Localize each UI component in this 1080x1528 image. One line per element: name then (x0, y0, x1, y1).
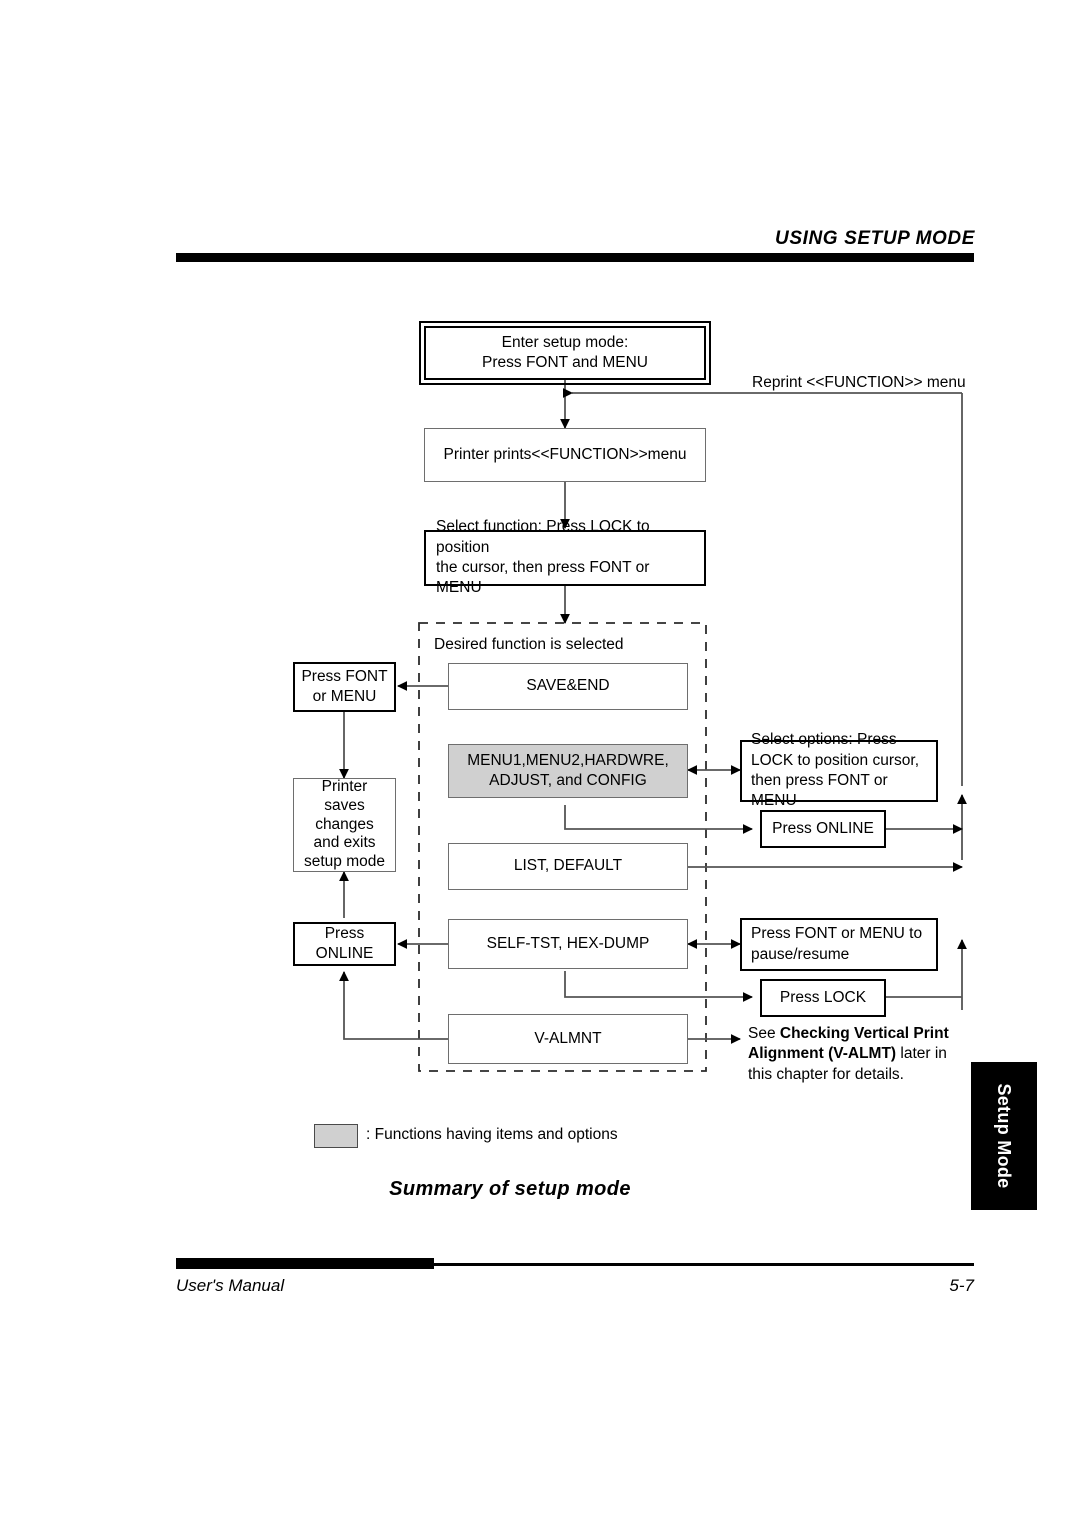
node-printer-saves-line4: and exits (313, 834, 376, 852)
edge-label-reprint-function-menu: Reprint <<FUNCTION>> menu (752, 374, 966, 391)
footer-rule-thin (434, 1263, 974, 1266)
footer-page-number: 5-7 (949, 1276, 974, 1295)
node-select-options-line3: then press FONT or MENU (751, 772, 888, 810)
node-printer-saves-line2: saves (324, 796, 365, 814)
figure-caption: Summary of setup mode (389, 1178, 631, 1200)
node-list-default: LIST, DEFAULT (448, 843, 688, 890)
node-menus-line2: ADJUST, and CONFIG (489, 772, 647, 789)
node-pause-resume-line2: pause/resume (751, 945, 850, 963)
annotation-mid: later in (896, 1045, 947, 1063)
node-pause-resume-line1: Press FONT or MENU to (751, 925, 923, 943)
node-select-options-line2: LOCK to position cursor, (751, 751, 919, 769)
node-enter-line1: Enter setup mode: (501, 333, 629, 351)
side-tab-label: Setup Mode (994, 1083, 1015, 1189)
node-press-lock: Press LOCK (760, 979, 886, 1017)
node-self-test-hex-dump: SELF-TST, HEX-DUMP (448, 919, 688, 969)
node-self-test-label: SELF-TST, HEX-DUMP (486, 934, 650, 952)
group-label-desired-function: Desired function is selected (434, 636, 624, 653)
node-menu-functions: MENU1,MENU2,HARDWRE, ADJUST, and CONFIG (448, 744, 688, 798)
legend-swatch-gray (314, 1124, 358, 1148)
node-save-end-label: SAVE&END (526, 677, 610, 695)
side-tab-setup-mode: Setup Mode (971, 1062, 1037, 1210)
node-select-options-line1: Select options: Press (751, 731, 897, 749)
node-press-font-line2: or MENU (312, 688, 377, 705)
node-enter-setup-mode: Enter setup mode: Press FONT and MENU (419, 321, 711, 385)
node-press-online-left-label: Press ONLINE (315, 924, 374, 962)
node-select-function: Select function: Press LOCK to position … (424, 518, 706, 596)
node-save-and-end: SAVE&END (448, 663, 688, 710)
node-select-line2: the cursor, then press FONT or MENU (436, 559, 650, 597)
node-press-font-line1: Press FONT (301, 667, 388, 685)
footer-manual-label: User's Manual (176, 1276, 285, 1295)
annotation-vertical-print-alignment: See Checking Vertical Print Alignment (V-… (748, 1024, 954, 1085)
node-press-online-right-label: Press ONLINE (772, 819, 874, 837)
node-list-default-label: LIST, DEFAULT (513, 857, 623, 875)
node-v-almnt: V-ALMNT (448, 1014, 688, 1064)
annotation-suffix: this chapter for details. (748, 1065, 904, 1083)
node-printer-saves-changes: Printer saves changes and exits setup mo… (293, 778, 396, 872)
node-press-online-right: Press ONLINE (760, 810, 886, 848)
node-valmnt-label: V-ALMNT (534, 1029, 602, 1047)
annotation-prefix: See (748, 1025, 780, 1042)
node-printer-prints-function-menu: Printer prints<<FUNCTION>>menu (424, 428, 706, 482)
node-prints-label: Printer prints<<FUNCTION>>menu (443, 445, 687, 463)
legend-text: : Functions having items and options (366, 1126, 618, 1143)
node-pause-resume: Press FONT or MENU to pause/resume (740, 918, 938, 971)
node-menus-line1: MENU1,MENU2,HARDWRE, (467, 751, 669, 769)
node-enter-line2: Press FONT and MENU (482, 354, 648, 371)
annotation-bold-1: Checking Vertical Print (779, 1025, 949, 1042)
node-press-font-or-menu: Press FONT or MENU (293, 662, 396, 712)
node-press-online-left: Press ONLINE (293, 922, 396, 966)
node-printer-saves-line5: setup mode (304, 853, 385, 871)
node-select-options: Select options: Press LOCK to position c… (740, 731, 938, 809)
footer-rule-thick (176, 1258, 434, 1269)
node-select-line1: Select function: Press LOCK to position (436, 518, 650, 556)
node-printer-saves-line3: changes (315, 815, 374, 833)
node-press-lock-label: Press LOCK (779, 988, 867, 1006)
annotation-bold-2: Alignment (V-ALMT) (748, 1045, 897, 1063)
node-printer-saves-line1: Printer (321, 777, 368, 795)
